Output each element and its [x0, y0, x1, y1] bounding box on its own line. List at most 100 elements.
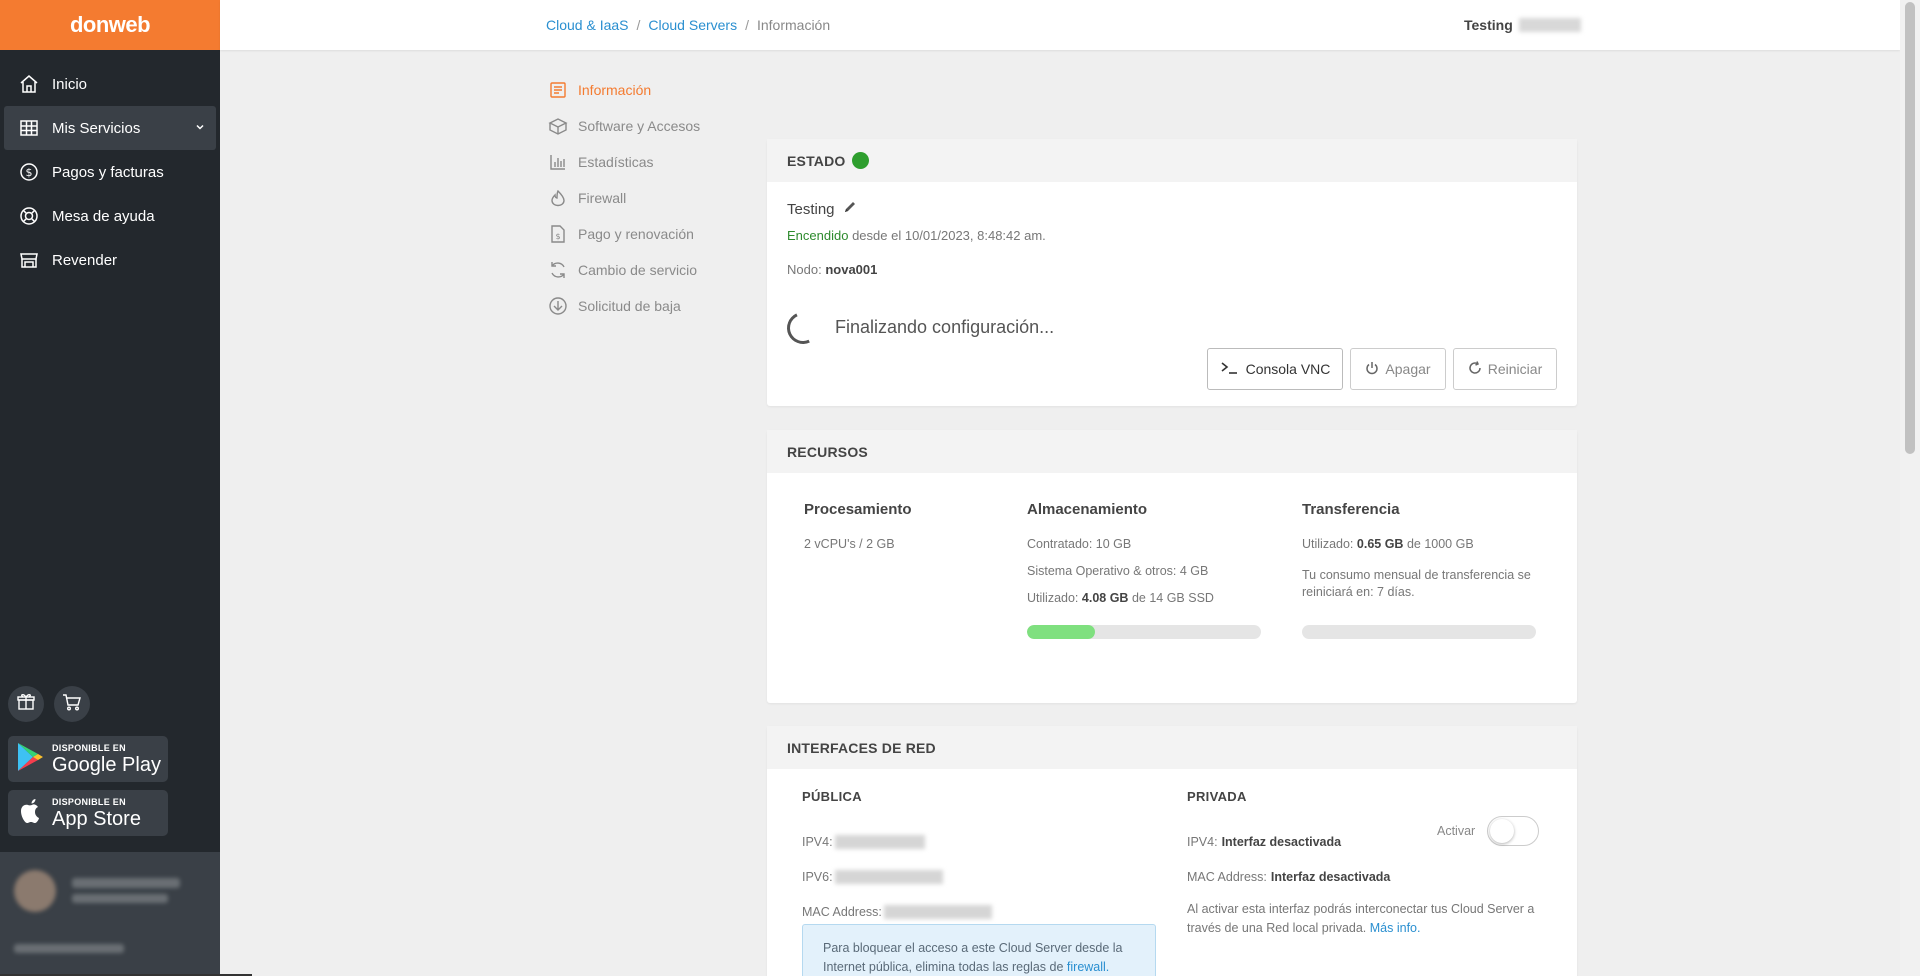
- dollar-icon: $: [18, 161, 40, 183]
- restart-button[interactable]: Reiniciar: [1453, 348, 1557, 390]
- submenu-pago-renovacion[interactable]: $ Pago y renovación: [548, 216, 700, 252]
- app-store-badge[interactable]: DISPONIBLE EN App Store: [8, 790, 168, 836]
- almacenamiento-so: Sistema Operativo & otros: 4 GB: [1027, 563, 1209, 578]
- sidebar-item-inicio[interactable]: Inicio: [4, 62, 216, 106]
- topbar: Cloud & IaaS / Cloud Servers / Informaci…: [220, 0, 1900, 50]
- estado-title: ESTADO: [787, 152, 846, 169]
- terminal-icon: [1220, 361, 1240, 378]
- cart-icon: [62, 692, 82, 717]
- breadcrumb-separator: /: [745, 17, 749, 33]
- storage-usage-bar: [1027, 625, 1261, 639]
- lifebuoy-icon: [18, 205, 40, 227]
- privada-section: PRIVADA IPV4: Interfaz desactivada MAC A…: [1187, 789, 1547, 938]
- breadcrumb-cloud-servers[interactable]: Cloud Servers: [648, 17, 737, 33]
- more-info-link[interactable]: Más info.: [1370, 921, 1421, 935]
- server-title: Testing: [1464, 17, 1581, 33]
- submenu-firewall[interactable]: Firewall: [548, 180, 700, 216]
- breadcrumb-cloud-iaas[interactable]: Cloud & IaaS: [546, 17, 629, 33]
- privada-title: PRIVADA: [1187, 789, 1247, 804]
- server-title-text: Testing: [1464, 17, 1513, 33]
- user-name-redacted: [72, 878, 180, 888]
- almacenamiento-section: Almacenamiento Contratado: 10 GB Sistema…: [1027, 501, 1267, 617]
- estado-card: ESTADO Testing Encendido desde el 10/01/…: [767, 139, 1577, 406]
- vnc-console-label: Consola VNC: [1245, 361, 1331, 377]
- user-id-redacted: [72, 894, 168, 903]
- submenu-label: Cambio de servicio: [578, 262, 698, 278]
- loading-spinner: [782, 307, 824, 349]
- gift-icon: [16, 692, 36, 717]
- submenu-solicitud-baja[interactable]: Solicitud de baja: [548, 288, 700, 324]
- edit-name-button[interactable]: [843, 200, 857, 218]
- submenu-software-accesos[interactable]: Software y Accesos: [548, 108, 700, 144]
- breadcrumb-current: Información: [756, 17, 831, 33]
- power-off-label: Apagar: [1385, 361, 1431, 377]
- firewall-link[interactable]: firewall.: [1067, 960, 1109, 974]
- toggle-knob: [1490, 819, 1515, 843]
- flame-icon: [548, 188, 568, 208]
- interfaces-card: INTERFACES DE RED PÚBLICA IPV4: IPV6: MA…: [767, 726, 1577, 976]
- document-icon: [548, 80, 568, 100]
- submenu-cambio-servicio[interactable]: Cambio de servicio: [548, 252, 700, 288]
- google-play-big-text: Google Play: [52, 753, 161, 776]
- publica-title: PÚBLICA: [802, 789, 862, 804]
- transferencia-section: Transferencia Utilizado: 0.65 GB de 1000…: [1302, 501, 1542, 611]
- refresh-icon: [548, 260, 568, 280]
- recursos-title: RECURSOS: [787, 443, 868, 460]
- transferencia-note: Tu consumo mensual de transferencia se r…: [1302, 567, 1531, 599]
- private-mac-row: MAC Address: Interfaz desactivada: [1187, 869, 1391, 884]
- grid-icon: [18, 117, 40, 139]
- sidebar-item-label: Mesa de ayuda: [52, 207, 155, 225]
- procesamiento-title: Procesamiento: [804, 501, 912, 518]
- sidebar-item-pagos[interactable]: $ Pagos y facturas: [4, 150, 216, 194]
- restart-label: Reiniciar: [1487, 361, 1543, 377]
- sidebar-item-mis-servicios[interactable]: Mis Servicios: [4, 106, 216, 150]
- sidebar-item-label: Revender: [52, 251, 118, 269]
- progress-text: Finalizando configuración...: [835, 317, 1055, 337]
- store-icon: [18, 249, 40, 271]
- sidebar-item-mesa-de-ayuda[interactable]: Mesa de ayuda: [4, 194, 216, 238]
- recursos-card: RECURSOS Procesamiento 2 vCPU's / 2 GB A…: [767, 430, 1577, 703]
- private-interface-toggle-wrap: Activar: [1437, 816, 1540, 846]
- submenu-label: Firewall: [578, 190, 627, 206]
- submenu-label: Información: [578, 82, 652, 98]
- public-ipv6-row: IPV6:: [802, 859, 992, 894]
- submenu-label: Solicitud de baja: [578, 298, 681, 314]
- gift-button[interactable]: [8, 686, 44, 722]
- procesamiento-value: 2 vCPU's / 2 GB: [804, 537, 895, 551]
- pencil-icon: [843, 201, 857, 218]
- server-state-since: desde el 10/01/2023, 8:48:42 am.: [852, 228, 1046, 243]
- publica-section: PÚBLICA IPV4: IPV6: MAC Address:: [802, 789, 992, 929]
- app-store-big-text: App Store: [52, 807, 141, 830]
- sidebar-quick-actions: [8, 686, 90, 722]
- cart-button[interactable]: [54, 686, 90, 722]
- power-icon: [1365, 361, 1379, 378]
- arrow-down-circle-icon: [548, 296, 568, 316]
- scrollbar-thumb[interactable]: [1905, 2, 1915, 454]
- sidebar: donweb Inicio Mis Servicios $ Pagos y fa…: [0, 0, 220, 976]
- svg-text:$: $: [26, 166, 33, 179]
- power-off-button[interactable]: Apagar: [1350, 348, 1446, 390]
- firewall-info-box: Para bloquear el acceso a este Cloud Ser…: [802, 924, 1156, 976]
- google-play-badge[interactable]: DISPONIBLE EN Google Play: [8, 736, 168, 782]
- interfaces-header: INTERFACES DE RED: [767, 726, 1577, 769]
- sidebar-item-label: Pagos y facturas: [52, 163, 164, 181]
- submenu-label: Software y Accesos: [578, 118, 701, 134]
- server-state-word: Encendido: [787, 228, 849, 243]
- server-ip-redacted: [1518, 18, 1581, 32]
- almacenamiento-contratado: Contratado: 10 GB: [1027, 537, 1132, 551]
- submenu-estadisticas[interactable]: Estadísticas: [548, 144, 700, 180]
- vnc-console-button[interactable]: Consola VNC: [1207, 348, 1343, 390]
- status-indicator: [851, 152, 869, 169]
- page-scrollbar[interactable]: [1900, 0, 1920, 976]
- private-network-note: Al activar esta interfaz podrás intercon…: [1187, 902, 1535, 935]
- private-interface-toggle[interactable]: [1487, 816, 1540, 846]
- sidebar-item-revender[interactable]: Revender: [4, 238, 216, 282]
- user-extra-redacted: [14, 944, 124, 953]
- brand-logo[interactable]: donweb: [0, 0, 220, 50]
- bar-chart-icon: [548, 152, 568, 172]
- sidebar-nav: Inicio Mis Servicios $ Pagos y facturas …: [0, 62, 220, 282]
- transferencia-utilizado: Utilizado: 0.65 GB de 1000 GB: [1302, 537, 1474, 551]
- public-mac-redacted: [883, 904, 992, 919]
- submenu-informacion[interactable]: Información: [548, 72, 700, 108]
- user-profile[interactable]: [0, 852, 220, 976]
